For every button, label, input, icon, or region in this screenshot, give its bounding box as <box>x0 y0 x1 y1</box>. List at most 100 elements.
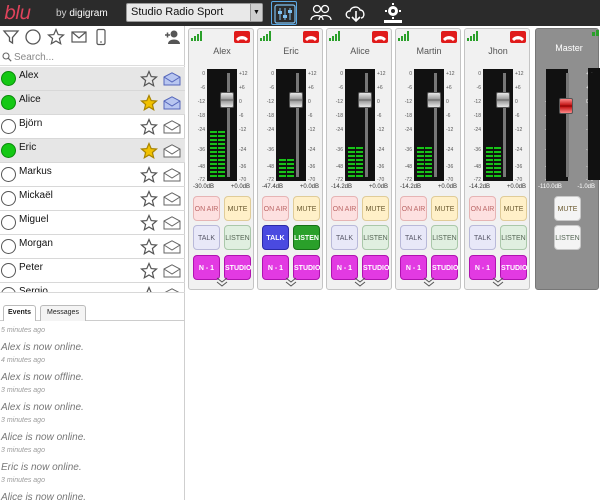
fader-track[interactable] <box>296 73 299 177</box>
hangup-button[interactable] <box>372 31 388 43</box>
fader-track[interactable] <box>434 73 437 177</box>
mute-button[interactable]: MUTE <box>293 196 320 221</box>
mail-icon[interactable] <box>163 96 181 110</box>
star-icon[interactable] <box>140 94 158 112</box>
list-item[interactable]: Markus <box>0 163 185 187</box>
listen-button[interactable]: LISTEN <box>362 225 389 250</box>
gain-level: +0.0dB <box>437 184 457 190</box>
chevron-down-icon[interactable] <box>216 277 228 287</box>
fader-knob[interactable] <box>220 92 234 109</box>
on-air-button[interactable]: ON AIR <box>400 196 427 221</box>
mail-icon[interactable] <box>163 120 181 134</box>
fader-knob[interactable] <box>427 92 441 109</box>
mail-icon[interactable] <box>163 240 181 254</box>
on-air-button[interactable]: ON AIR <box>331 196 358 221</box>
search-input[interactable]: Search... <box>0 50 185 66</box>
peak-level: -14.2dB <box>400 184 422 190</box>
studio-select[interactable]: Studio Radio Sport ▼ <box>126 3 263 22</box>
star-icon[interactable] <box>140 262 158 280</box>
star-icon[interactable] <box>140 190 158 208</box>
contact-name: Alice <box>19 94 41 105</box>
hangup-button[interactable] <box>234 31 250 43</box>
listen-button[interactable]: LISTEN <box>431 225 458 250</box>
fader-knob[interactable] <box>289 92 303 109</box>
mail-icon[interactable] <box>163 192 181 206</box>
studio-button[interactable]: STUDIO <box>224 255 251 280</box>
users-icon[interactable] <box>308 1 334 25</box>
talk-button[interactable]: TALK <box>469 225 496 250</box>
filter-icon[interactable] <box>2 28 20 46</box>
fader-track[interactable] <box>566 73 569 177</box>
hangup-button[interactable] <box>510 31 526 43</box>
listen-button[interactable]: LISTEN <box>224 225 251 250</box>
list-item[interactable]: Sergio <box>0 283 185 293</box>
phone-filter-icon[interactable] <box>92 28 110 46</box>
mute-button[interactable]: MUTE <box>224 196 251 221</box>
mute-button[interactable]: MUTE <box>500 196 527 221</box>
mail-filter-icon[interactable] <box>70 28 88 46</box>
master-fader-knob[interactable] <box>559 98 573 115</box>
mute-button[interactable]: MUTE <box>362 196 389 221</box>
list-item[interactable]: Alice <box>0 91 185 115</box>
status-filter-icon[interactable] <box>24 28 42 46</box>
listen-button[interactable]: LISTEN <box>500 225 527 250</box>
star-icon[interactable] <box>140 70 158 88</box>
fader-track[interactable] <box>503 73 506 177</box>
hangup-button[interactable] <box>303 31 319 43</box>
mute-button[interactable]: MUTE <box>431 196 458 221</box>
scale-tick: -72 <box>404 177 412 183</box>
chevron-down-icon[interactable] <box>285 277 297 287</box>
cloud-download-icon[interactable] <box>343 1 369 25</box>
fader-track[interactable] <box>227 73 230 177</box>
on-air-button[interactable]: ON AIR <box>193 196 220 221</box>
channel-strip: Alice 0 -6 -12 -18 -24 -36 -48 -72 +12 +6 0 -6 -12 -24… <box>326 28 392 290</box>
scale-tick: -24 <box>308 147 316 153</box>
fader-knob[interactable] <box>496 92 510 109</box>
list-item[interactable]: Morgan <box>0 235 185 259</box>
star-icon[interactable] <box>140 214 158 232</box>
on-air-button[interactable]: ON AIR <box>469 196 496 221</box>
chevron-down-icon[interactable] <box>492 277 504 287</box>
fader-knob[interactable] <box>358 92 372 109</box>
talk-button[interactable]: TALK <box>262 225 289 250</box>
star-icon[interactable] <box>140 166 158 184</box>
talk-button[interactable]: TALK <box>331 225 358 250</box>
chevron-down-icon[interactable] <box>354 277 366 287</box>
list-item[interactable]: Eric <box>0 139 185 163</box>
list-item[interactable]: Mickaël <box>0 187 185 211</box>
add-user-icon[interactable] <box>164 28 182 46</box>
phone-hangup-icon <box>512 36 524 41</box>
tab-events[interactable]: Events <box>3 305 36 321</box>
chevron-down-icon[interactable] <box>423 277 435 287</box>
mail-icon[interactable] <box>163 264 181 278</box>
talk-button[interactable]: TALK <box>400 225 427 250</box>
fader-track[interactable] <box>365 73 368 177</box>
star-icon[interactable] <box>140 286 158 293</box>
mail-icon[interactable] <box>163 216 181 230</box>
studio-button[interactable]: STUDIO <box>431 255 458 280</box>
list-item[interactable]: Alex <box>0 67 185 91</box>
favorite-filter-icon[interactable] <box>47 28 65 46</box>
hangup-button[interactable] <box>441 31 457 43</box>
mixer-icon[interactable] <box>271 1 297 25</box>
list-item[interactable]: Miguel <box>0 211 185 235</box>
studio-button[interactable]: STUDIO <box>500 255 527 280</box>
settings-icon[interactable] <box>380 1 406 25</box>
on-air-button[interactable]: ON AIR <box>262 196 289 221</box>
list-item[interactable]: Björn <box>0 115 185 139</box>
star-icon[interactable] <box>140 238 158 256</box>
mail-icon[interactable] <box>163 168 181 182</box>
listen-button[interactable]: LISTEN <box>293 225 320 250</box>
tab-messages[interactable]: Messages <box>40 305 86 321</box>
mail-icon[interactable] <box>163 288 181 293</box>
star-icon[interactable] <box>140 118 158 136</box>
talk-button[interactable]: TALK <box>193 225 220 250</box>
studio-button[interactable]: STUDIO <box>362 255 389 280</box>
studio-button[interactable]: STUDIO <box>293 255 320 280</box>
mail-icon[interactable] <box>163 72 181 86</box>
master-listen-button[interactable]: LISTEN <box>554 225 581 250</box>
mail-icon[interactable] <box>163 144 181 158</box>
list-item[interactable]: Peter <box>0 259 185 283</box>
master-mute-button[interactable]: MUTE <box>554 196 581 221</box>
star-icon[interactable] <box>140 142 158 160</box>
